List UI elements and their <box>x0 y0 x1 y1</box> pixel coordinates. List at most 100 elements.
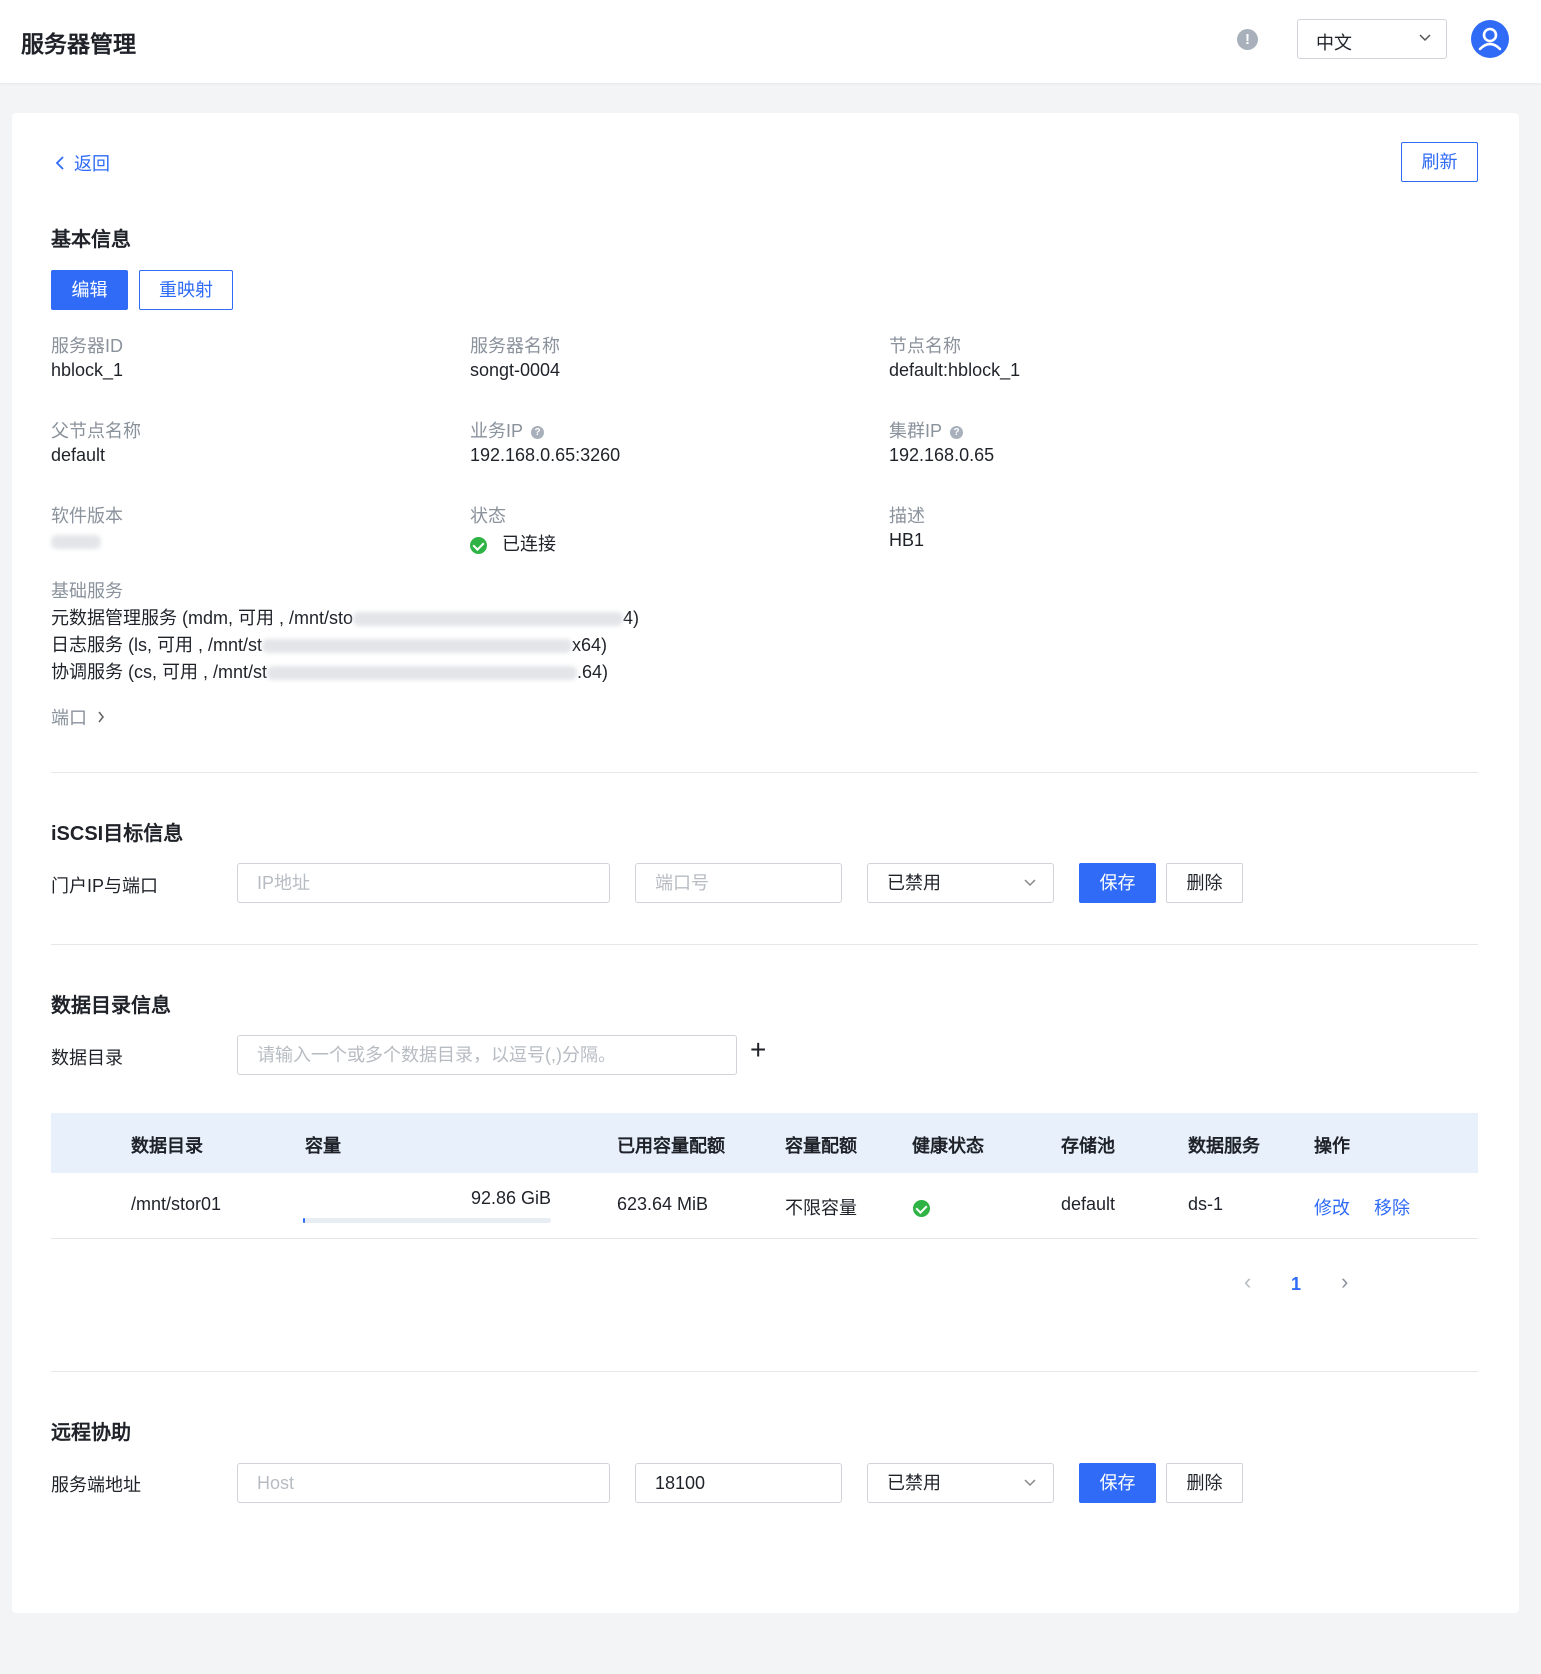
chevron-down-icon <box>1024 879 1036 887</box>
cell-health <box>913 1197 930 1218</box>
service-cs-text: 协调服务 (cs, 可用 , /mnt/st <box>51 662 268 682</box>
redacted-mark <box>51 535 101 550</box>
server-id-label: 服务器ID <box>51 336 123 356</box>
col-header: 已用容量配额 <box>617 1136 725 1156</box>
app-title: 服务器管理 <box>21 31 136 57</box>
sw-version-value <box>51 531 101 552</box>
ports-toggle[interactable]: 端口 <box>51 704 105 730</box>
status-value: 已连接 <box>470 530 556 556</box>
remote-title: 远程协助 <box>51 1422 131 1444</box>
iscsi-state-value: 已禁用 <box>887 873 941 893</box>
status-text: 已连接 <box>502 534 557 554</box>
iscsi-portal-label: 门户IP与端口 <box>51 876 159 896</box>
alert-icon[interactable]: ! <box>1237 29 1258 50</box>
biz-ip-value: 192.168.0.65:3260 <box>470 445 621 465</box>
check-circle-icon <box>470 536 487 554</box>
service-cs-tail: .64) <box>577 662 609 682</box>
divider <box>51 1371 1478 1372</box>
datadir-title: 数据目录信息 <box>51 995 171 1017</box>
service-ls-tail: x64) <box>572 635 608 655</box>
capacity-bar-fill <box>303 1218 305 1223</box>
cell-service: ds-1 <box>1188 1194 1224 1214</box>
iscsi-title: iSCSI目标信息 <box>51 823 184 845</box>
redacted-mark <box>353 612 624 627</box>
server-name-value: songt-0004 <box>470 360 561 380</box>
table-header: 数据目录 容量 已用容量配额 容量配额 健康状态 存储池 数据服务 操作 <box>51 1113 1478 1173</box>
iscsi-state-select[interactable]: 已禁用 <box>867 863 1054 903</box>
prev-page-button[interactable]: ‹ <box>1244 1269 1251 1295</box>
service-ls: 日志服务 (ls, 可用 , /mnt/st x64) <box>51 631 607 657</box>
col-header: 操作 <box>1314 1136 1350 1156</box>
cluster-ip-label: 集群IP <box>889 421 943 441</box>
remote-state-select[interactable]: 已禁用 <box>867 1463 1054 1503</box>
chevron-right-icon <box>98 711 105 723</box>
remote-state-value: 已禁用 <box>887 1473 941 1493</box>
capacity-bar <box>303 1218 551 1223</box>
server-name-label: 服务器名称 <box>470 336 560 356</box>
biz-ip-label: 业务IP <box>470 421 524 441</box>
node-name-value: default:hblock_1 <box>889 360 1021 380</box>
cell-capacity: 92.86 GiB <box>470 1188 551 1208</box>
language-select[interactable]: 中文 <box>1297 19 1447 59</box>
help-icon[interactable]: ? <box>531 425 545 439</box>
service-mdm: 元数据管理服务 (mdm, 可用 , /mnt/sto 4) <box>51 604 639 630</box>
iscsi-delete-button[interactable]: 删除 <box>1166 863 1243 903</box>
add-datadir-button[interactable]: + <box>750 1034 766 1066</box>
cluster-ip-label-wrap: 集群IP? <box>889 417 964 443</box>
status-label: 状态 <box>470 506 506 526</box>
refresh-button[interactable]: 刷新 <box>1401 142 1478 182</box>
user-avatar-icon[interactable] <box>1471 20 1509 58</box>
top-bar: 服务器管理 ! 中文 <box>0 0 1541 83</box>
col-header: 容量配额 <box>785 1136 857 1156</box>
server-id-value: hblock_1 <box>51 360 124 380</box>
remap-button[interactable]: 重映射 <box>139 270 233 310</box>
divider <box>51 772 1478 773</box>
back-link[interactable]: 返回 <box>54 150 110 176</box>
chevron-down-icon <box>1419 34 1431 42</box>
service-mdm-tail: 4) <box>623 608 640 628</box>
service-mdm-text: 元数据管理服务 (mdm, 可用 , /mnt/sto <box>51 608 354 628</box>
remote-save-button[interactable]: 保存 <box>1079 1463 1156 1503</box>
cluster-ip-value: 192.168.0.65 <box>889 445 995 465</box>
redacted-mark <box>267 666 578 681</box>
iscsi-port-input[interactable]: 端口号 <box>635 863 842 903</box>
cell-used-quota: 623.64 MiB <box>617 1194 709 1214</box>
main-card: 返回 刷新 基本信息 编辑 重映射 服务器ID hblock_1 服务器名称 s… <box>12 113 1519 1613</box>
help-icon[interactable]: ? <box>950 425 964 439</box>
col-header: 存储池 <box>1061 1136 1115 1156</box>
col-header: 容量 <box>305 1136 341 1156</box>
redacted-mark <box>262 639 573 654</box>
sw-version-label: 软件版本 <box>51 506 123 526</box>
node-name-label: 节点名称 <box>889 336 961 356</box>
col-header: 数据目录 <box>131 1136 203 1156</box>
datadir-input[interactable]: 请输入一个或多个数据目录，以逗号(,)分隔。 <box>237 1035 737 1075</box>
edit-button[interactable]: 编辑 <box>51 270 128 310</box>
base-services-label: 基础服务 <box>51 581 123 601</box>
datadir-label: 数据目录 <box>51 1048 123 1068</box>
edit-row-link[interactable]: 修改 <box>1314 1194 1350 1220</box>
back-label: 返回 <box>74 154 110 174</box>
remove-row-link[interactable]: 移除 <box>1374 1194 1410 1220</box>
service-cs: 协调服务 (cs, 可用 , /mnt/st .64) <box>51 658 608 684</box>
remote-server-label: 服务端地址 <box>51 1475 141 1495</box>
remote-port-input[interactable]: 18100 <box>635 1463 842 1503</box>
language-value: 中文 <box>1316 33 1352 53</box>
iscsi-ip-input[interactable]: IP地址 <box>237 863 610 903</box>
desc-value: HB1 <box>889 530 925 550</box>
iscsi-save-button[interactable]: 保存 <box>1079 863 1156 903</box>
ports-label: 端口 <box>51 708 87 728</box>
service-ls-text: 日志服务 (ls, 可用 , /mnt/st <box>51 635 263 655</box>
col-header: 数据服务 <box>1188 1136 1260 1156</box>
remote-delete-button[interactable]: 删除 <box>1166 1463 1243 1503</box>
cell-quota: 不限容量 <box>785 1198 857 1218</box>
cell-dir: /mnt/stor01 <box>131 1194 222 1214</box>
desc-label: 描述 <box>889 506 925 526</box>
remote-host-input[interactable]: Host <box>237 1463 610 1503</box>
page-number-current[interactable]: 1 <box>1291 1274 1301 1295</box>
check-circle-icon <box>913 1199 930 1217</box>
table-row: /mnt/stor01 92.86 GiB 623.64 MiB 不限容量 de… <box>51 1174 1478 1239</box>
parent-node-label: 父节点名称 <box>51 421 141 441</box>
basic-info-title: 基本信息 <box>51 229 131 251</box>
parent-node-value: default <box>51 445 106 465</box>
next-page-button[interactable]: › <box>1341 1269 1348 1295</box>
